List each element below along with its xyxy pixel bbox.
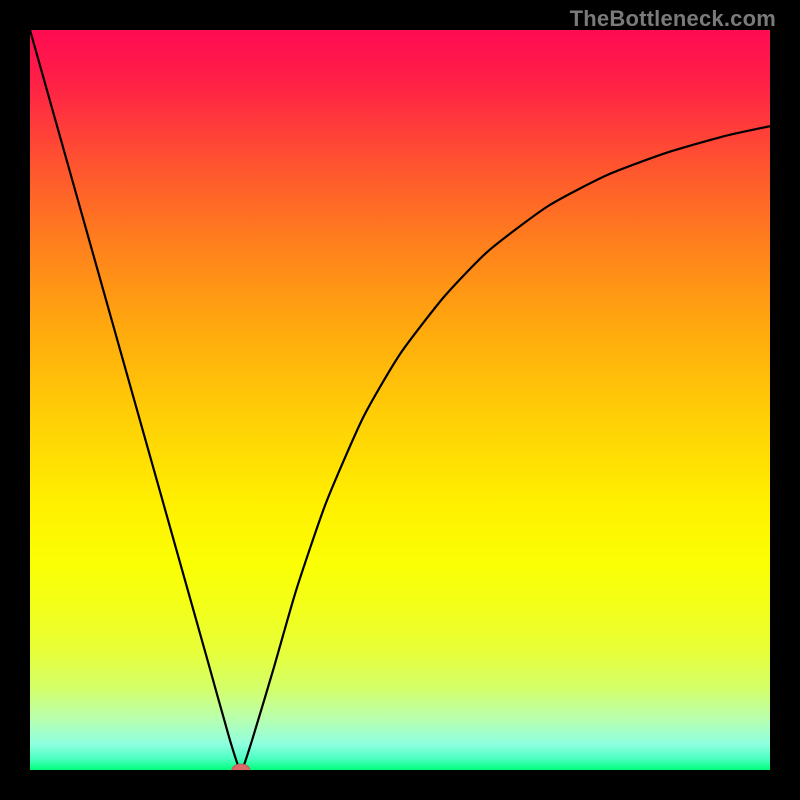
curve-svg (30, 30, 770, 770)
bottleneck-curve (30, 30, 770, 770)
watermark-text: TheBottleneck.com (570, 6, 776, 32)
chart-frame: TheBottleneck.com (0, 0, 800, 800)
plot-area (30, 30, 770, 770)
optimal-point-marker (232, 764, 250, 770)
